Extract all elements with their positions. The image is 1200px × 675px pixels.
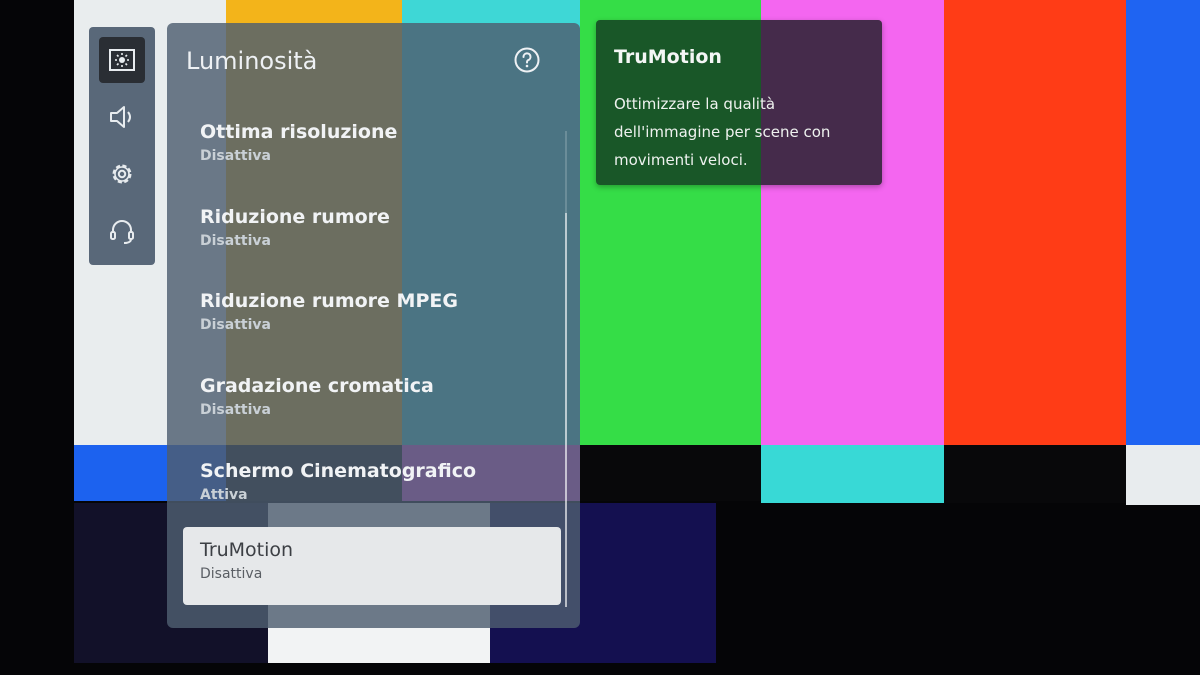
- menu-item-label: Schermo Cinematografico: [200, 460, 477, 482]
- mid-bar-white: [1126, 445, 1200, 505]
- panel-title: Luminosità: [186, 47, 318, 75]
- menu-item-cinema-screen[interactable]: Schermo Cinematografico Attiva: [183, 448, 561, 526]
- tooltip-title: TruMotion: [614, 46, 722, 68]
- menu-item-value: Disattiva: [200, 566, 263, 582]
- menu-item-value: Disattiva: [200, 317, 271, 333]
- menu-item-label: Riduzione rumore MPEG: [200, 290, 458, 312]
- menu-item-color-gradation[interactable]: Gradazione cromatica Disattiva: [183, 363, 561, 441]
- menu-item-value: Disattiva: [200, 402, 271, 418]
- mid-bar-black-2: [580, 445, 761, 501]
- menu-item-value: Disattiva: [200, 148, 271, 164]
- menu-item-label: TruMotion: [200, 539, 294, 561]
- mid-bar-cyan: [761, 445, 944, 503]
- general-category-button[interactable]: [99, 151, 145, 197]
- sound-category-button[interactable]: [99, 94, 145, 140]
- menu-item-mpeg-noise-reduction[interactable]: Riduzione rumore MPEG Disattiva: [183, 278, 561, 356]
- menu-item-label: Ottima risoluzione: [200, 121, 398, 143]
- menu-item-value: Attiva: [200, 487, 248, 503]
- menu-item-label: Riduzione rumore: [200, 206, 390, 228]
- help-icon[interactable]: [513, 46, 541, 74]
- tooltip-body: Ottimizzare la qualità dell'immagine per…: [614, 95, 831, 169]
- color-bar-blue: [1126, 0, 1200, 445]
- picture-category-button[interactable]: [99, 37, 145, 83]
- headset-support-icon: [110, 220, 134, 244]
- settings-category-rail: [89, 27, 155, 265]
- menu-item-value: Disattiva: [200, 233, 271, 249]
- menu-item-noise-reduction[interactable]: Riduzione rumore Disattiva: [183, 194, 561, 272]
- speaker-icon: [110, 106, 131, 128]
- color-bar-red: [944, 0, 1126, 445]
- menu-item-trumotion[interactable]: TruMotion Disattiva: [183, 527, 561, 605]
- mid-bar-black-3: [944, 445, 1126, 503]
- menu-item-label: Gradazione cromatica: [200, 375, 434, 397]
- help-tooltip: TruMotion Ottimizzare la qualità dell'im…: [596, 20, 882, 185]
- menu-item-super-resolution[interactable]: Ottima risoluzione Disattiva: [183, 109, 561, 187]
- brightness-icon: [109, 49, 135, 71]
- scrollbar-thumb[interactable]: [565, 213, 567, 607]
- support-category-button[interactable]: [99, 208, 145, 254]
- settings-gear-icon: [112, 164, 132, 184]
- picture-settings-panel: Luminosità Ottima risoluzione Disattiva …: [167, 23, 580, 628]
